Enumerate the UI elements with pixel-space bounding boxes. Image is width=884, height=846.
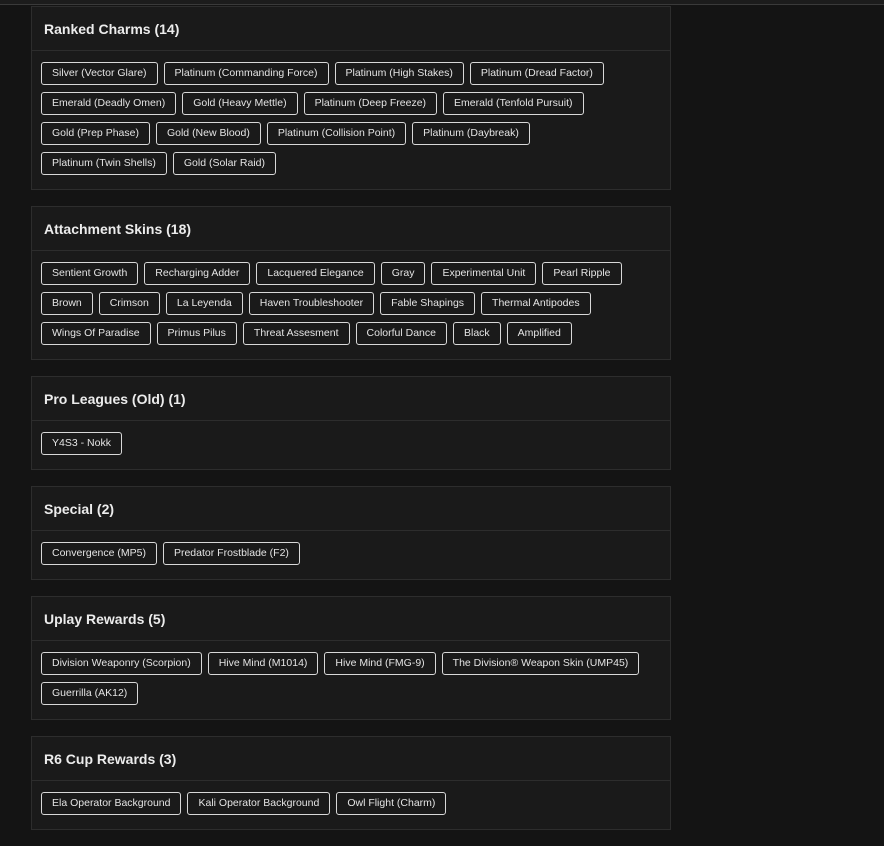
tag-list: Silver (Vector Glare) Platinum (Commandin… [32, 51, 670, 189]
item-tag[interactable]: Fable Shapings [380, 292, 476, 315]
item-tag[interactable]: Brown [41, 292, 93, 315]
item-tag[interactable]: Division Weaponry (Scorpion) [41, 652, 202, 675]
item-tag[interactable]: Platinum (Twin Shells) [41, 152, 167, 175]
item-tag[interactable]: Colorful Dance [355, 322, 447, 345]
section-title: R6 Cup Rewards (3) [32, 737, 670, 781]
section-title: Pro Leagues (Old) (1) [32, 377, 670, 421]
item-tag[interactable]: Wings Of Paradise [41, 322, 151, 345]
item-tag[interactable]: Gray [380, 262, 426, 285]
collection-sections: Ranked Charms (14) Silver (Vector Glare) P… [31, 6, 671, 846]
section-ranked-charms: Ranked Charms (14) Silver (Vector Glare) P… [31, 6, 671, 190]
tag-list: Y4S3 - Nokk [32, 421, 670, 469]
section-title: Special (2) [32, 487, 670, 531]
item-tag[interactable]: Crimson [98, 292, 160, 315]
item-tag[interactable]: Hive Mind (M1014) [207, 652, 319, 675]
section-special: Special (2) Convergence (MP5) Predator Fro… [31, 486, 671, 580]
item-tag[interactable]: Platinum (Collision Point) [266, 122, 407, 145]
item-tag[interactable]: La Leyenda [165, 292, 243, 315]
item-tag[interactable]: Ela Operator Background [41, 792, 182, 815]
item-tag[interactable]: Platinum (Daybreak) [412, 122, 530, 145]
item-tag[interactable]: Y4S3 - Nokk [41, 432, 122, 455]
item-tag[interactable]: Thermal Antipodes [481, 292, 591, 315]
section-attachment-skins: Attachment Skins (18) Sentient Growth Rech… [31, 206, 671, 360]
tag-list: Division Weaponry (Scorpion) Hive Mind (M… [32, 641, 670, 719]
item-tag[interactable]: Pearl Ripple [542, 262, 622, 285]
item-tag[interactable]: Black [452, 322, 501, 345]
section-title: Attachment Skins (18) [32, 207, 670, 251]
item-tag[interactable]: Platinum (Dread Factor) [469, 62, 604, 85]
tag-list: Sentient Growth Recharging Adder Lacquered… [32, 251, 670, 359]
item-tag[interactable]: Gold (Heavy Mettle) [182, 92, 298, 115]
item-tag[interactable]: Emerald (Tenfold Pursuit) [443, 92, 584, 115]
item-tag[interactable]: Emerald (Deadly Omen) [41, 92, 177, 115]
item-tag[interactable]: Sentient Growth [41, 262, 139, 285]
item-tag[interactable]: Haven Troubleshooter [248, 292, 375, 315]
tag-list: Ela Operator Background Kali Operator Bac… [32, 781, 670, 829]
item-tag[interactable]: Convergence (MP5) [41, 542, 157, 565]
item-tag[interactable]: Predator Frostblade (F2) [162, 542, 300, 565]
section-uplay-rewards: Uplay Rewards (5) Division Weaponry (Scor… [31, 596, 671, 720]
item-tag[interactable]: Experimental Unit [431, 262, 537, 285]
item-tag[interactable]: Gold (Prep Phase) [41, 122, 150, 145]
item-tag[interactable]: Silver (Vector Glare) [41, 62, 158, 85]
item-tag[interactable]: Amplified [506, 322, 572, 345]
item-tag[interactable]: Gold (Solar Raid) [172, 152, 276, 175]
item-tag[interactable]: The Division® Weapon Skin (UMP45) [441, 652, 640, 675]
item-tag[interactable]: Recharging Adder [144, 262, 251, 285]
item-tag[interactable]: Threat Assesment [242, 322, 350, 345]
item-tag[interactable]: Owl Flight (Charm) [336, 792, 447, 815]
top-divider [0, 0, 884, 5]
section-title: Uplay Rewards (5) [32, 597, 670, 641]
item-tag[interactable]: Primus Pilus [156, 322, 237, 345]
section-title: Ranked Charms (14) [32, 7, 670, 51]
tag-list: Convergence (MP5) Predator Frostblade (F2… [32, 531, 670, 579]
item-tag[interactable]: Gold (New Blood) [155, 122, 261, 145]
section-pro-leagues: Pro Leagues (Old) (1) Y4S3 - Nokk [31, 376, 671, 470]
item-tag[interactable]: Platinum (Deep Freeze) [303, 92, 438, 115]
item-tag[interactable]: Hive Mind (FMG-9) [324, 652, 436, 675]
item-tag[interactable]: Platinum (Commanding Force) [163, 62, 329, 85]
item-tag[interactable]: Platinum (High Stakes) [334, 62, 464, 85]
item-tag[interactable]: Lacquered Elegance [256, 262, 375, 285]
item-tag[interactable]: Kali Operator Background [187, 792, 331, 815]
item-tag[interactable]: Guerrilla (AK12) [41, 682, 139, 705]
